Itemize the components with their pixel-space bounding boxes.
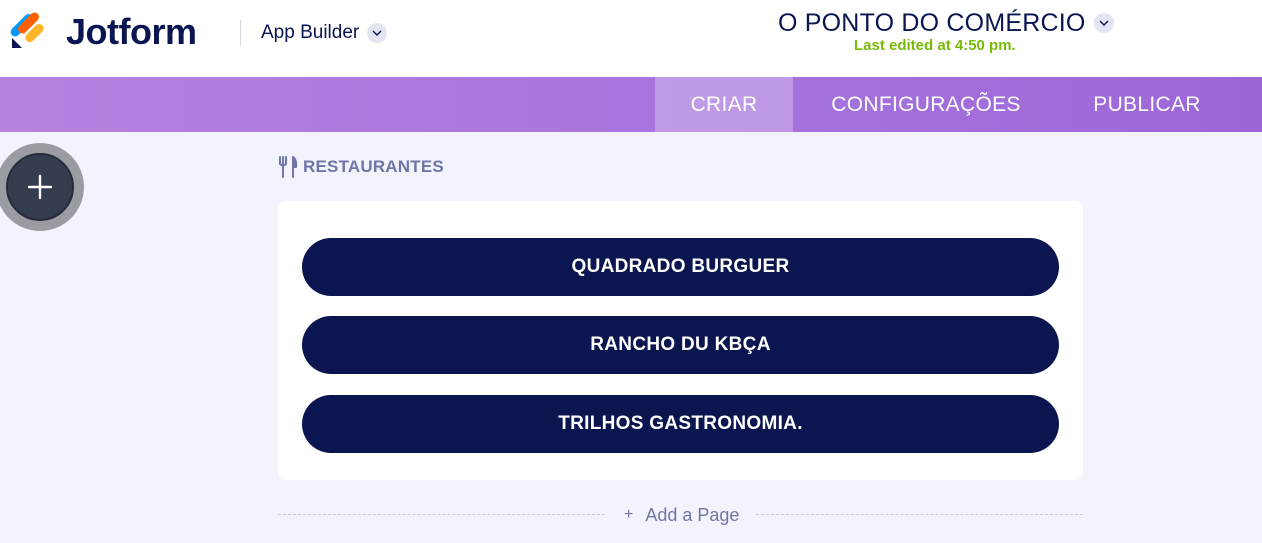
plus-icon (27, 174, 53, 200)
app-button-rancho-du-kbca[interactable]: RANCHO DU KBÇA (302, 316, 1059, 374)
add-element-inner (6, 153, 74, 221)
page-title[interactable]: RESTAURANTES (278, 156, 444, 178)
app-button-quadrado-burguer[interactable]: QUADRADO BURGUER (302, 238, 1059, 296)
chevron-down-icon[interactable] (1093, 13, 1114, 33)
app-title-group[interactable]: O PONTO DO COMÉRCIO (778, 8, 1114, 38)
app-title[interactable]: O PONTO DO COMÉRCIO (778, 8, 1086, 38)
tab-criar[interactable]: CRIAR (655, 77, 793, 132)
divider-left (278, 514, 605, 515)
tab-configuracoes[interactable]: CONFIGURAÇÕES (793, 77, 1059, 132)
product-switcher[interactable]: App Builder (261, 20, 388, 46)
add-page-button[interactable]: + Add a Page (624, 503, 739, 527)
brand-name[interactable]: Jotform (66, 10, 197, 54)
page-title-label: RESTAURANTES (303, 157, 444, 176)
chevron-down-icon[interactable] (367, 23, 388, 43)
app-button-trilhos-gastronomia[interactable]: TRILHOS GASTRONOMIA. (302, 395, 1059, 453)
add-page-label: Add a Page (645, 504, 740, 525)
plus-icon: + (624, 506, 634, 523)
last-edited-status: Last edited at 4:50 pm. (854, 37, 1016, 54)
utensils-icon (279, 156, 298, 178)
tab-publicar[interactable]: PUBLICAR (1059, 77, 1235, 132)
jotform-logo-icon[interactable] (10, 10, 48, 50)
top-header: Jotform App Builder O PONTO DO COMÉRCIO … (0, 0, 1262, 77)
product-switcher-label: App Builder (261, 22, 360, 43)
page-canvas-card: QUADRADO BURGUER RANCHO DU KBÇA TRILHOS … (278, 201, 1083, 480)
add-page-row: + Add a Page (278, 503, 1083, 527)
builder-nav-bar: CRIAR CONFIGURAÇÕES PUBLICAR (0, 77, 1262, 132)
header-divider (240, 20, 241, 46)
add-element-button[interactable] (0, 143, 84, 231)
divider-right (756, 514, 1083, 515)
